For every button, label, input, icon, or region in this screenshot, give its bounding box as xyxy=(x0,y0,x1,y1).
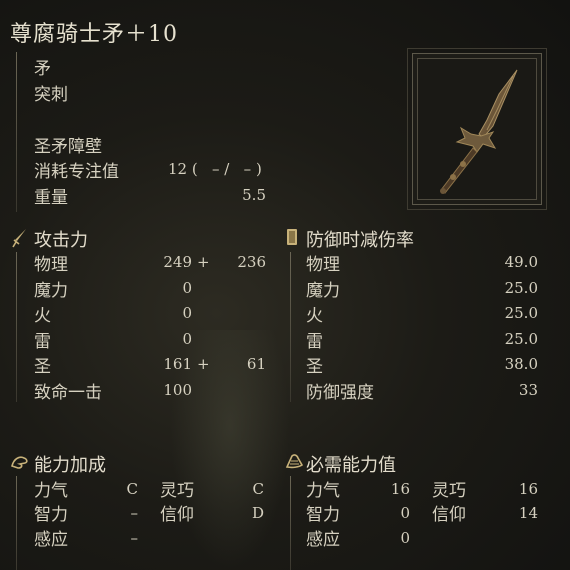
attack-row-plus: + xyxy=(197,355,210,373)
req-dex-value: 16 xyxy=(518,480,538,498)
req-str-value: 16 xyxy=(390,480,410,498)
scaling-str-label: 力气 xyxy=(34,481,68,501)
req-dex-label: 灵巧 xyxy=(432,481,466,501)
attack-row-bonus: 236 xyxy=(237,253,266,271)
attack-row-bonus: 61 xyxy=(246,355,266,373)
scaling-arc-label: 感应 xyxy=(34,530,68,550)
attack-row-base: 0 xyxy=(182,278,192,297)
guard-row-value: 25.0 xyxy=(504,329,538,348)
attack-title: 攻击力 xyxy=(34,230,88,251)
scaling-fai-value: D xyxy=(251,504,264,522)
guard-row-value: 25.0 xyxy=(504,304,538,322)
scaling-int-value: – xyxy=(130,504,139,522)
req-fai-label: 信仰 xyxy=(432,505,466,525)
scaling-dex-value: C xyxy=(252,480,264,498)
scaling-title: 能力加成 xyxy=(34,455,106,476)
weapon-type: 矛 xyxy=(34,59,51,79)
scaling-fai-label: 信仰 xyxy=(160,505,194,525)
attack-row-base: 0 xyxy=(182,304,192,322)
attack-divider xyxy=(16,252,17,402)
req-int-value: 0 xyxy=(400,504,410,522)
shield-icon xyxy=(286,228,298,250)
weapon-image-frame xyxy=(407,48,547,210)
scroll-hand-icon xyxy=(284,452,304,474)
attack-row-plus: + xyxy=(197,253,210,271)
sword-icon xyxy=(12,228,28,252)
attack-row-label: 致命一击 xyxy=(34,382,102,403)
guard-divider xyxy=(290,252,291,402)
guard-row-label: 雷 xyxy=(306,331,323,352)
attack-row-base: 249 xyxy=(163,253,192,271)
attack-row-label: 火 xyxy=(34,306,51,326)
req-fai-value: 14 xyxy=(518,504,538,522)
hand-icon xyxy=(10,452,30,474)
guard-title: 防御时减伤率 xyxy=(306,230,414,251)
attack-row-base: 161 xyxy=(163,355,192,373)
req-arc-value: 0 xyxy=(400,529,410,547)
scaling-divider xyxy=(16,476,17,570)
guard-row-label: 物理 xyxy=(306,255,340,275)
guard-row-label: 火 xyxy=(306,306,323,326)
scaling-int-label: 智力 xyxy=(34,505,68,525)
scaling-arc-value: – xyxy=(130,529,139,547)
attack-row-label: 雷 xyxy=(34,331,51,352)
scaling-dex-label: 灵巧 xyxy=(160,481,194,501)
guard-row-value: 33 xyxy=(518,380,538,399)
guard-row-value: 25.0 xyxy=(504,278,538,297)
guard-row-label: 圣 xyxy=(306,357,323,377)
requirements-divider xyxy=(290,476,291,570)
guard-row-label: 防御强度 xyxy=(306,382,374,403)
fp-cost-value: 12 ( – / – ) xyxy=(168,160,262,178)
req-int-label: 智力 xyxy=(306,505,340,525)
guard-row-value: 38.0 xyxy=(504,355,538,373)
attack-row-label: 魔力 xyxy=(34,280,68,301)
requirements-title: 必需能力值 xyxy=(306,455,396,476)
skill-name: 圣矛障壁 xyxy=(34,137,102,157)
guard-row-value: 49.0 xyxy=(504,253,538,271)
fp-cost-label: 消耗专注值 xyxy=(34,162,119,182)
guard-row-label: 魔力 xyxy=(306,280,340,301)
spear-icon xyxy=(440,69,518,194)
attack-row-label: 圣 xyxy=(34,357,51,377)
scaling-str-value: C xyxy=(126,480,138,498)
header-divider xyxy=(16,52,17,212)
req-arc-label: 感应 xyxy=(306,530,340,550)
attack-row-base: 0 xyxy=(182,329,192,348)
req-str-label: 力气 xyxy=(306,481,340,501)
attack-type: 突刺 xyxy=(34,85,68,105)
weapon-name: 尊腐骑士矛＋10 xyxy=(10,22,178,47)
attack-row-label: 物理 xyxy=(34,255,68,275)
attack-row-base: 100 xyxy=(163,380,192,399)
weight-label: 重量 xyxy=(34,188,68,208)
weight-value: 5.5 xyxy=(242,186,266,204)
